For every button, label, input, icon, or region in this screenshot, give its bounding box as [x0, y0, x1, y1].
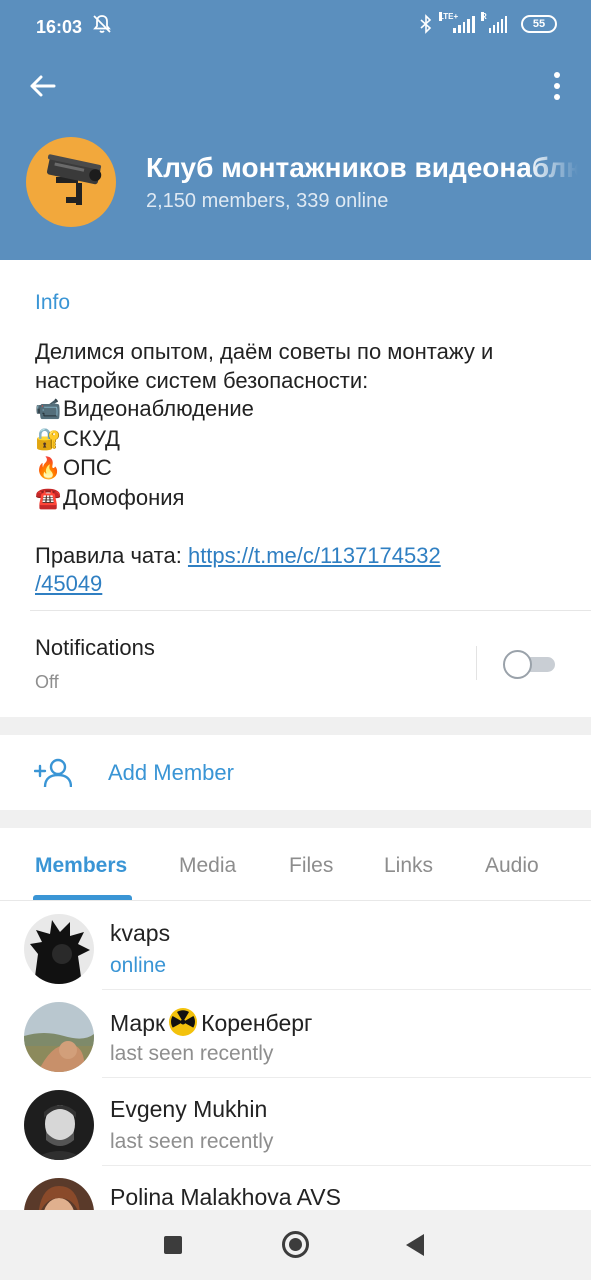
video-camera-icon: 📹	[35, 398, 62, 421]
member-name: kvaps	[110, 920, 171, 946]
member-status: last seen recently	[110, 1130, 274, 1153]
battery-level: 55	[532, 18, 546, 30]
member-name: Марк Коренберг	[110, 1008, 313, 1036]
notifications-label[interactable]: Notifications	[35, 635, 155, 661]
member-name: Evgeny Mukhin	[110, 1096, 268, 1122]
member-name: Polina Malakhova AVS	[110, 1184, 341, 1210]
chat-header: Клуб монтажников видеонаблюдения 2,150 m…	[0, 44, 591, 260]
arrow-left-icon	[30, 75, 56, 97]
description-item: 🔐СКУД	[35, 425, 565, 455]
bluetooth-icon	[420, 14, 432, 34]
status-bar: 16:03 LTE+ R 55	[0, 0, 591, 44]
rules-link-continued[interactable]: /45049	[35, 571, 102, 596]
avatar	[24, 1178, 94, 1210]
list-item[interactable]: Марк Коренберг last seen recently	[0, 990, 591, 1078]
section-gap	[0, 717, 591, 735]
lock-icon: 🔐	[35, 427, 62, 451]
mute-bell-icon	[92, 14, 112, 39]
tab-links[interactable]: Links	[384, 854, 433, 878]
add-member-button[interactable]: Add Member	[0, 735, 591, 810]
rules-link[interactable]: https://t.me/c/1137174532	[188, 543, 441, 568]
network-type-label: LTE+	[439, 12, 459, 21]
list-item[interactable]: Polina Malakhova AVS	[0, 1166, 591, 1210]
system-back-button[interactable]	[406, 1234, 424, 1256]
fire-icon: 🔥	[35, 457, 62, 480]
battery-icon: 55	[521, 15, 557, 33]
list-item[interactable]: Evgeny Mukhin last seen recently	[0, 1078, 591, 1166]
notifications-state: Off	[35, 672, 59, 692]
signal-icon-2: R	[481, 12, 507, 33]
cctv-camera-icon	[46, 154, 102, 205]
more-options-button[interactable]	[545, 68, 569, 104]
divider	[476, 646, 477, 680]
notifications-toggle[interactable]	[503, 650, 555, 679]
group-avatar[interactable]	[26, 137, 116, 227]
tab-media[interactable]: Media	[179, 854, 236, 878]
system-nav-bar	[0, 1210, 591, 1280]
home-button[interactable]	[282, 1231, 309, 1258]
description-item: ☎️Домофония	[35, 484, 565, 514]
description-line: настройке систем безопасности:	[35, 367, 369, 393]
tab-members[interactable]: Members	[35, 854, 127, 878]
group-description: Делимся опытом, даём советы по монтажу и…	[35, 338, 565, 599]
group-member-count: 2,150 members, 339 online	[146, 190, 389, 212]
info-section: Info Делимся опытом, даём советы по монт…	[0, 260, 591, 717]
add-person-icon	[34, 758, 72, 788]
section-gap	[0, 810, 591, 828]
description-item: 🔥ОПС	[35, 454, 565, 484]
tab-indicator	[33, 895, 132, 900]
rules-label: Правила чата:	[35, 542, 188, 568]
status-time: 16:03	[36, 17, 83, 37]
group-title: Клуб монтажников видеонаблюдения	[146, 152, 578, 183]
avatar	[24, 1090, 94, 1160]
description-item: 📹Видеонаблюдение	[35, 395, 565, 425]
radioactive-icon	[169, 1008, 198, 1036]
signal-icon: LTE+	[439, 12, 475, 33]
info-heading: Info	[35, 291, 71, 314]
tab-files[interactable]: Files	[289, 854, 333, 878]
list-item[interactable]: kvaps online	[0, 902, 591, 990]
recent-apps-button[interactable]	[164, 1236, 182, 1254]
avatar	[24, 914, 94, 984]
telephone-icon: ☎️	[35, 486, 62, 510]
roaming-label: R	[481, 12, 487, 21]
add-member-label: Add Member	[108, 760, 234, 785]
member-status: online	[110, 954, 167, 977]
description-line: Делимся опытом, даём советы по монтажу и	[35, 339, 494, 364]
divider	[30, 610, 591, 611]
back-button[interactable]	[24, 68, 60, 104]
members-list: kvaps online Марк Коренберг last seen rec…	[0, 902, 591, 1210]
avatar	[24, 1002, 94, 1072]
tab-audio[interactable]: Audio	[485, 854, 539, 878]
media-tabs: Members Media Files Links Audio	[0, 828, 591, 901]
member-status: last seen recently	[110, 1042, 274, 1065]
